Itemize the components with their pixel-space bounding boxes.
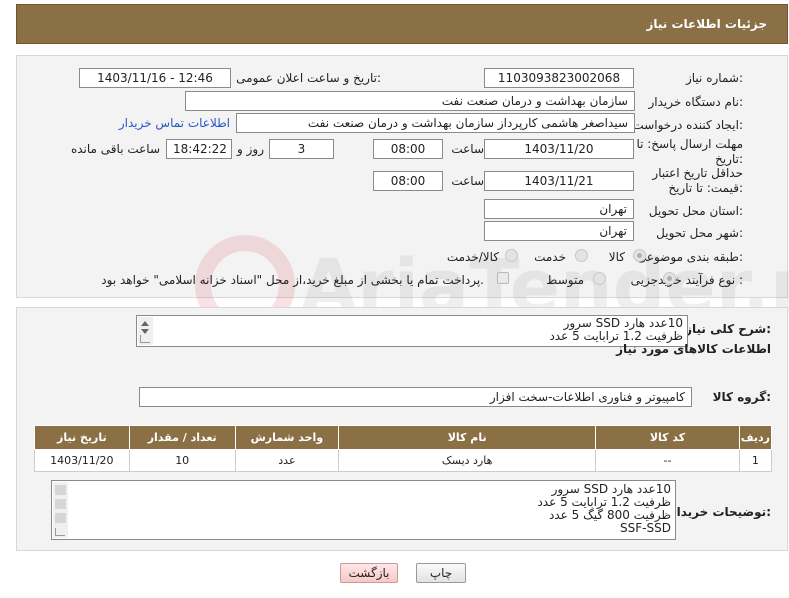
scroll-thumb-2[interactable] [55, 499, 66, 509]
print-button[interactable]: چاپ [416, 563, 466, 583]
category-option-service: خدمت [534, 250, 566, 264]
price-validity-time-field[interactable]: 08:00 [373, 171, 443, 191]
scroll-down-icon[interactable] [141, 329, 149, 334]
cell-unit: عدد [234, 449, 340, 472]
general-description-textarea[interactable]: 10عدد هارد SSD سرور ظرفیت 1.2 ترابایت 5 … [136, 315, 688, 347]
notes-scrollbar[interactable] [53, 482, 68, 538]
general-description-text: 10عدد هارد SSD سرور ظرفیت 1.2 ترابایت 5 … [549, 316, 683, 343]
buyer-notes-text: 10عدد هارد SSD سرور ظرفیت 1.2 ترابایت 5 … [537, 482, 671, 535]
delivery-city-label: شهر محل تحویل: [656, 226, 743, 240]
buyer-contact-link[interactable]: اطلاعات تماس خریدار [119, 116, 230, 130]
buyer-org-field[interactable]: سازمان بهداشت و درمان صنعت نفت [185, 91, 635, 111]
cell-goods-name: هارد دیسک [338, 449, 597, 472]
process-radio-medium[interactable] [593, 272, 606, 285]
cell-quantity: 10 [128, 449, 236, 472]
goods-group-label: گروه کالا: [712, 390, 771, 404]
general-description-label: شرح کلی نیاز: [685, 322, 771, 336]
requester-label: ایجاد کننده درخواست: [632, 118, 743, 132]
category-option-goods: کالا [608, 250, 625, 264]
delivery-province-label: استان محل تحویل: [648, 204, 743, 218]
process-option-minor: جزیی [630, 273, 658, 287]
category-radio-goods-service[interactable] [505, 249, 518, 262]
category-label: طبقه بندی موضوعی: [636, 250, 743, 264]
table-row[interactable]: 1403/11/20 10 عدد هارد دیسک -- 1 [34, 449, 773, 472]
need-number-field[interactable]: 1103093823002068 [484, 68, 634, 88]
process-option-medium: متوسط [546, 273, 584, 287]
reply-time-field[interactable]: 08:00 [373, 139, 443, 159]
cell-need-date: 1403/11/20 [34, 449, 130, 472]
category-option-goods-service: کالا/خدمت [446, 250, 499, 264]
category-radio-service[interactable] [575, 249, 588, 262]
need-number-label: شماره نیاز: [685, 71, 743, 85]
page-header: جزئیات اطلاعات نیاز [16, 4, 788, 44]
requester-field[interactable]: سیداصغر هاشمی کارپرداز سازمان بهداشت و د… [236, 113, 635, 133]
col-unit: واحد شمارش [234, 425, 340, 450]
col-goods-name: نام کالا [338, 425, 597, 450]
col-need-date: تاریخ نیاز [34, 425, 130, 450]
delivery-province-field[interactable]: تهران [484, 199, 634, 219]
announce-datetime-label: تاریخ و ساعت اعلان عمومی: [236, 71, 381, 85]
days-label: روز و [237, 142, 264, 156]
goods-group-field[interactable]: کامپیوتر و فناوری اطلاعات-سخت افزار [139, 387, 692, 407]
goods-table-header: تاریخ نیاز تعداد / مقدار واحد شمارش نام … [34, 425, 773, 450]
goods-info-title: اطلاعات کالاهای مورد نیاز [616, 342, 771, 356]
col-row-number: ردیف [738, 425, 773, 450]
reply-date-field[interactable]: 1403/11/20 [484, 139, 634, 159]
reply-deadline-label: مهلت ارسال پاسخ: تا تاریخ: [636, 137, 743, 166]
buyer-org-label: نام دستگاه خریدار: [648, 95, 744, 109]
price-validity-label: حداقل تاریخ اعتبار قیمت: تا تاریخ: [652, 166, 743, 195]
remaining-days-field[interactable]: 3 [269, 139, 334, 159]
treasury-payment-note: پرداخت تمام یا بخشی از مبلغ خرید،از محل … [101, 273, 484, 287]
back-button[interactable]: بازگشت [340, 563, 398, 583]
category-radio-goods[interactable] [633, 249, 646, 262]
buyer-notes-label: توضیحات خریدار: [669, 505, 771, 519]
remaining-time-field[interactable]: 18:42:22 [166, 139, 232, 159]
price-validity-date-field[interactable]: 1403/11/21 [484, 171, 634, 191]
goods-table: تاریخ نیاز تعداد / مقدار واحد شمارش نام … [34, 425, 773, 472]
treasury-payment-checkbox[interactable] [497, 272, 509, 284]
remaining-time-label: ساعت باقی مانده [70, 142, 160, 156]
textarea-scrollbar[interactable] [138, 317, 153, 345]
delivery-city-field[interactable]: تهران [484, 221, 634, 241]
resize-grip-icon[interactable] [140, 335, 150, 343]
cell-row-number: 1 [738, 449, 773, 472]
scroll-up-icon[interactable] [141, 321, 149, 326]
cell-goods-code: -- [595, 449, 740, 472]
buyer-notes-textarea[interactable]: 10عدد هارد SSD سرور ظرفیت 1.2 ترابایت 5 … [51, 480, 676, 540]
process-radio-minor[interactable] [663, 272, 676, 285]
resize-grip-icon[interactable] [55, 528, 65, 536]
col-quantity: تعداد / مقدار [128, 425, 236, 450]
scroll-thumb-3[interactable] [55, 513, 66, 523]
scroll-thumb[interactable] [55, 485, 66, 495]
price-validity-time-label: ساعت [451, 174, 484, 188]
page-title: جزئیات اطلاعات نیاز [646, 17, 767, 31]
reply-time-label: ساعت [451, 142, 484, 156]
announce-datetime-field[interactable]: 1403/11/16 - 12:46 [79, 68, 231, 88]
col-goods-code: کد کالا [595, 425, 740, 450]
